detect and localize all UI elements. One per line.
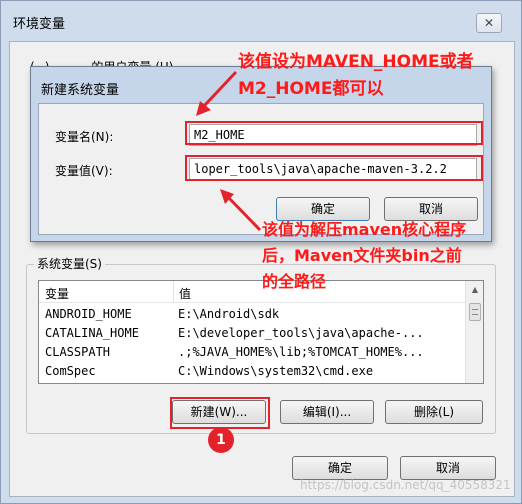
step-number-badge: 1 bbox=[208, 427, 234, 453]
annotation-value-note-line2: 后，Maven文件夹bin之前 bbox=[262, 246, 462, 265]
annotation-name-note-line2: M2_HOME都可以 bbox=[238, 79, 384, 99]
annotation-value-note-line3: 的全路径 bbox=[262, 272, 327, 291]
annotation-value-note-line1: 该值为解压maven核心程序 bbox=[262, 220, 467, 239]
watermark: https://blog.csdn.net/qq_40558321 bbox=[300, 478, 511, 492]
annotation-name-note-line1: 该值设为MAVEN_HOME或者 bbox=[238, 52, 474, 72]
